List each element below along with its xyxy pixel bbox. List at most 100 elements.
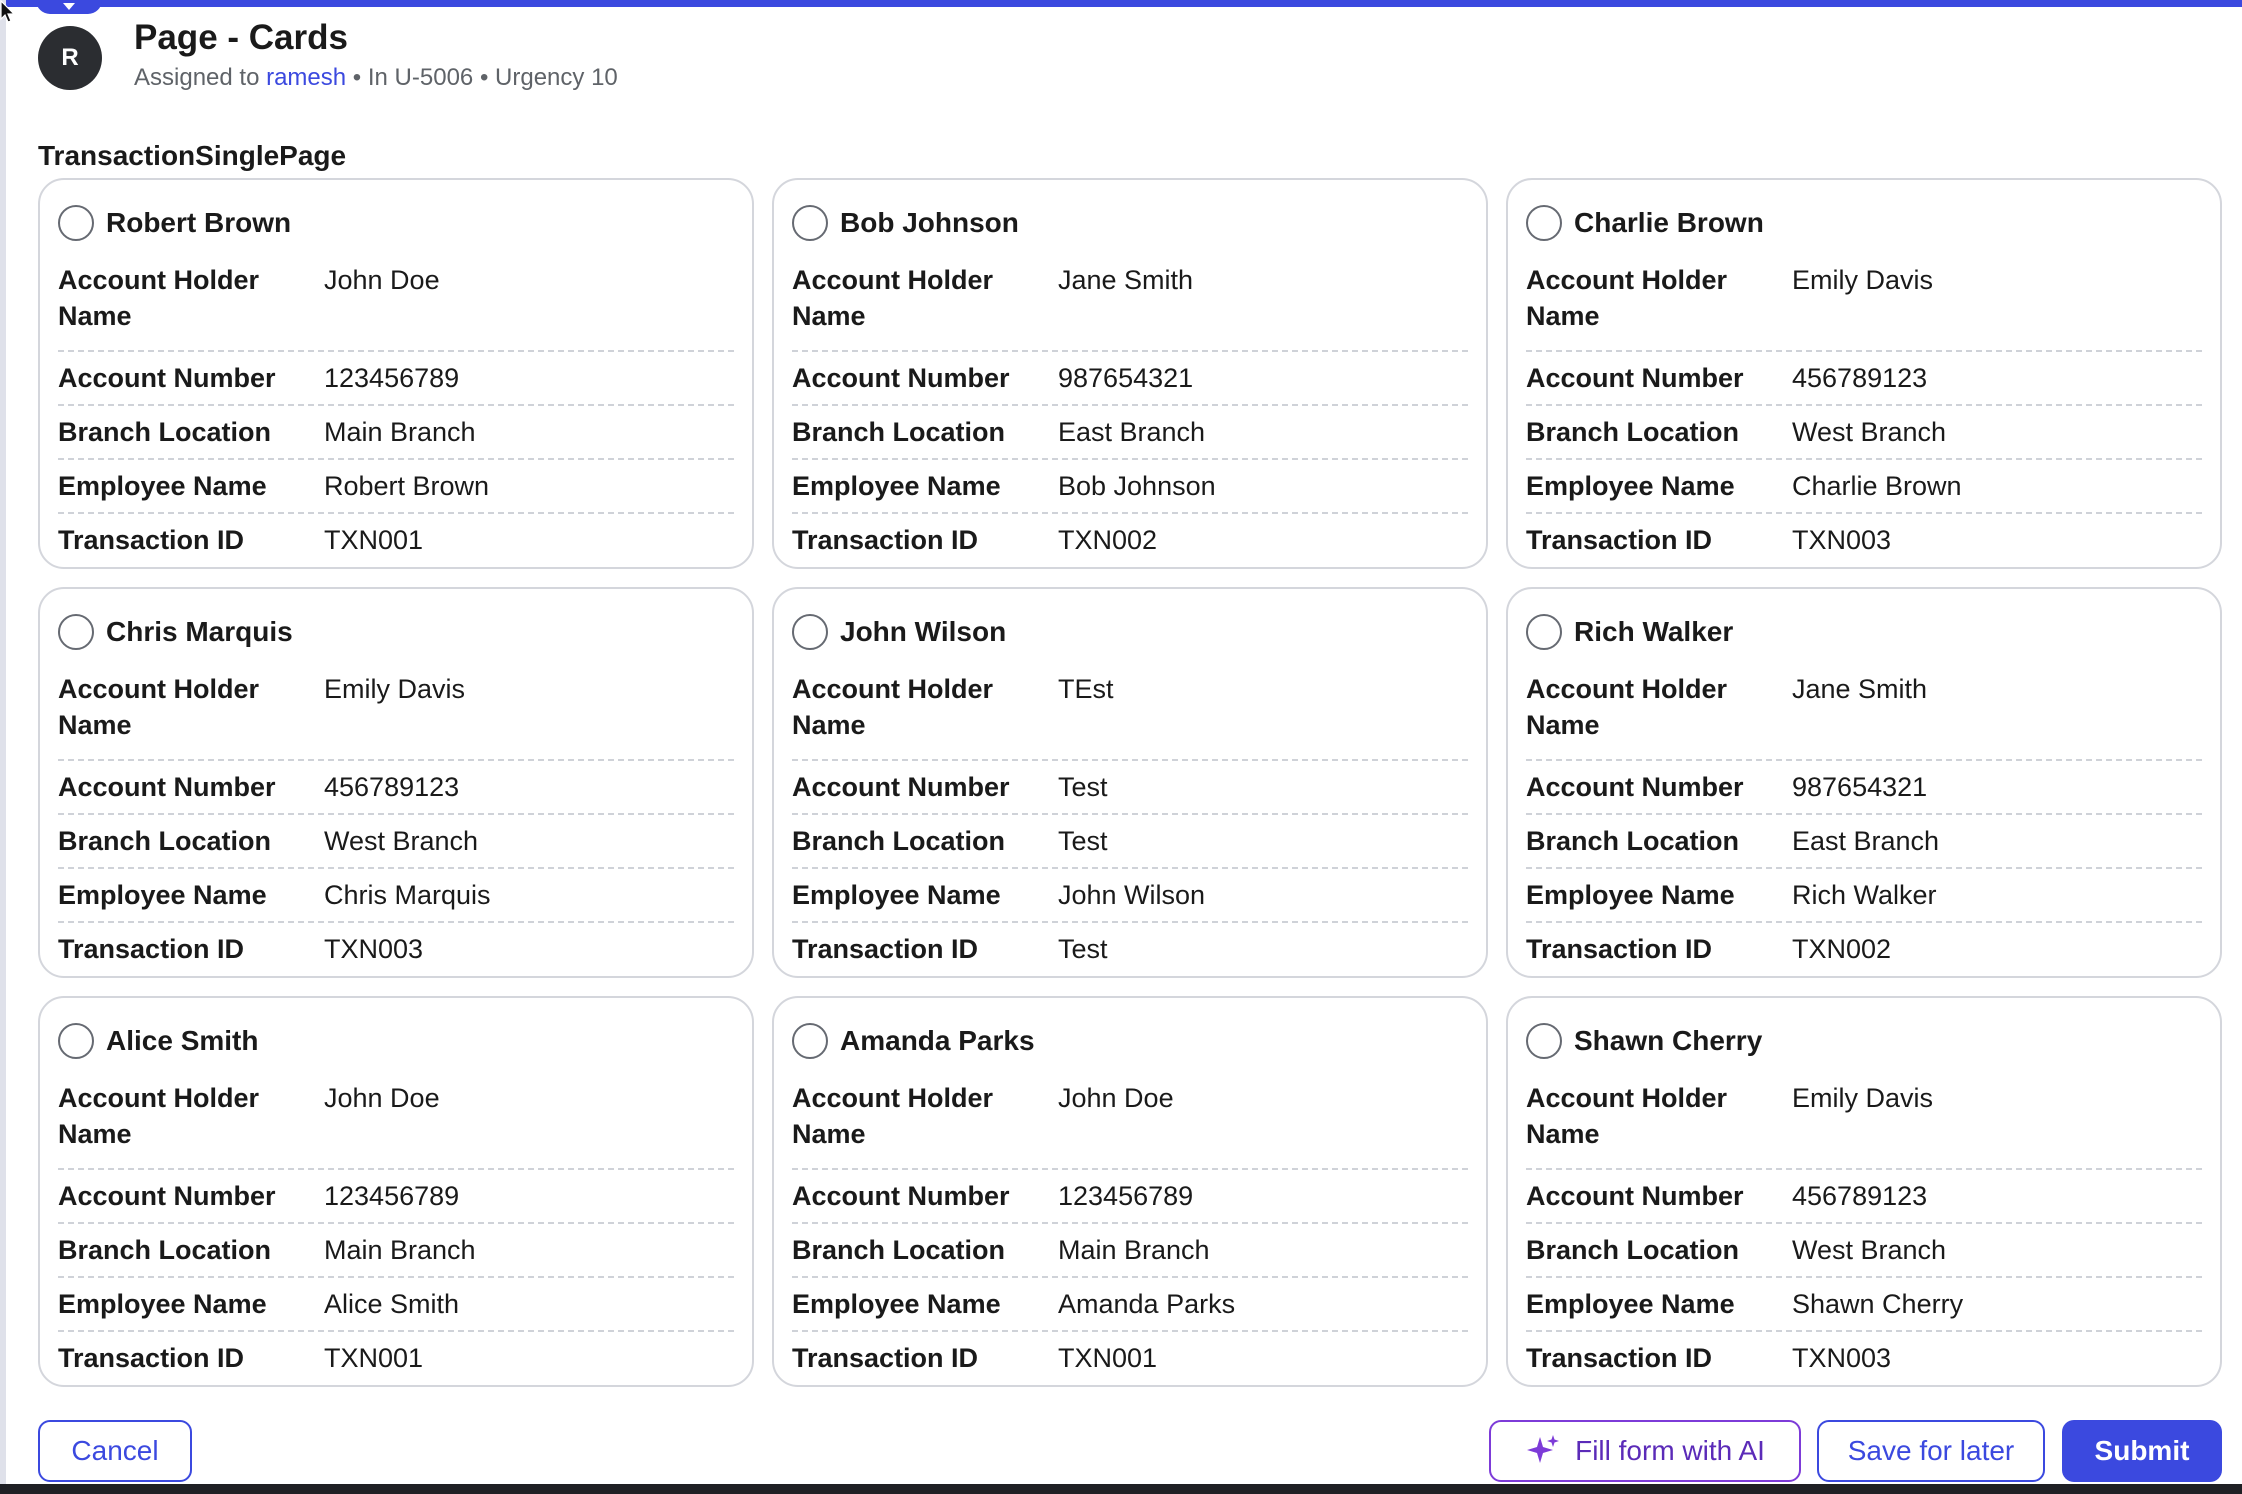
field-value: East Branch xyxy=(1792,826,1940,856)
field-row-account-holder: Account Holder Name John Doe xyxy=(792,1080,1468,1170)
field-label: Employee Name xyxy=(58,1289,267,1319)
selectable-card[interactable]: Shawn Cherry Account Holder Name Emily Da… xyxy=(1506,996,2222,1387)
field-value: Chris Marquis xyxy=(324,880,491,910)
page-title: Page - Cards xyxy=(134,18,348,57)
radio-unselected-icon[interactable] xyxy=(58,205,94,241)
radio-unselected-icon[interactable] xyxy=(792,614,828,650)
selectable-card[interactable]: Robert Brown Account Holder Name John Doe… xyxy=(38,178,754,569)
selectable-card[interactable]: Alice Smith Account Holder Name John Doe … xyxy=(38,996,754,1387)
field-value: TEst xyxy=(1058,674,1114,704)
field-label: Account Number xyxy=(1526,1181,1744,1211)
field-value: Emily Davis xyxy=(1792,1083,1934,1113)
field-row-account-number: Account Number Test xyxy=(792,761,1468,815)
field-row-transaction: Transaction ID TXN001 xyxy=(792,1332,1468,1384)
field-row-branch: Branch Location West Branch xyxy=(1526,1224,2202,1278)
field-value: Robert Brown xyxy=(324,471,490,501)
field-value: Main Branch xyxy=(324,1235,476,1265)
field-row-branch: Branch Location Main Branch xyxy=(58,1224,734,1278)
field-label: Account Number xyxy=(1526,772,1744,802)
card-title: Amanda Parks xyxy=(840,1025,1035,1056)
chevron-down-icon[interactable] xyxy=(62,2,76,12)
field-value: 456789123 xyxy=(1792,1181,1928,1211)
radio-unselected-icon[interactable] xyxy=(1526,614,1562,650)
field-label: Account Holder Name xyxy=(58,674,260,740)
field-value: TXN002 xyxy=(1058,525,1158,555)
field-value: Amanda Parks xyxy=(1058,1289,1236,1319)
sparkle-icon xyxy=(1527,1435,1560,1463)
field-value: TXN003 xyxy=(1792,525,1892,555)
radio-unselected-icon[interactable] xyxy=(792,1023,828,1059)
left-edge-bar xyxy=(0,0,6,1494)
field-value: West Branch xyxy=(1792,1235,1947,1265)
card-header: Chris Marquis xyxy=(58,589,734,671)
radio-unselected-icon[interactable] xyxy=(792,205,828,241)
field-row-employee: Employee Name Bob Johnson xyxy=(792,460,1468,514)
cancel-button[interactable]: Cancel xyxy=(38,1420,192,1482)
field-row-employee: Employee Name Chris Marquis xyxy=(58,869,734,923)
selectable-card[interactable]: Chris Marquis Account Holder Name Emily D… xyxy=(38,587,754,978)
field-value: Rich Walker xyxy=(1792,880,1937,910)
card-title: Robert Brown xyxy=(106,207,292,238)
field-label: Transaction ID xyxy=(1526,934,1713,964)
field-label: Transaction ID xyxy=(1526,525,1713,555)
field-label: Branch Location xyxy=(792,826,1006,856)
field-row-account-holder: Account Holder Name Emily Davis xyxy=(58,671,734,761)
bottom-dark-bar xyxy=(0,1484,2242,1494)
field-label: Branch Location xyxy=(1526,417,1740,447)
radio-unselected-icon[interactable] xyxy=(58,1023,94,1059)
card-title: Shawn Cherry xyxy=(1574,1025,1763,1056)
field-value: Test xyxy=(1058,772,1108,802)
radio-unselected-icon[interactable] xyxy=(1526,1023,1562,1059)
save-for-later-button[interactable]: Save for later xyxy=(1817,1420,2045,1482)
field-row-account-holder: Account Holder Name Emily Davis xyxy=(1526,262,2202,352)
assignee-link[interactable]: ramesh xyxy=(266,64,346,91)
field-label: Employee Name xyxy=(792,1289,1001,1319)
field-row-transaction: Transaction ID TXN003 xyxy=(58,923,734,975)
field-row-employee: Employee Name Robert Brown xyxy=(58,460,734,514)
field-value: Bob Johnson xyxy=(1058,471,1216,501)
field-label: Account Holder Name xyxy=(1526,674,1728,740)
field-label: Account Number xyxy=(792,363,1010,393)
selectable-card[interactable]: Amanda Parks Account Holder Name John Doe… xyxy=(772,996,1488,1387)
radio-unselected-icon[interactable] xyxy=(1526,205,1562,241)
field-label: Transaction ID xyxy=(792,1343,979,1373)
field-label: Account Holder Name xyxy=(1526,265,1728,331)
field-row-account-number: Account Number 456789123 xyxy=(58,761,734,815)
field-value: Main Branch xyxy=(324,417,476,447)
field-value: John Wilson xyxy=(1058,880,1206,910)
card-title: Alice Smith xyxy=(106,1025,259,1056)
field-row-account-number: Account Number 987654321 xyxy=(792,352,1468,406)
selectable-card[interactable]: John Wilson Account Holder Name TEst Acco… xyxy=(772,587,1488,978)
field-label: Account Holder Name xyxy=(792,674,994,740)
field-row-account-holder: Account Holder Name Jane Smith xyxy=(1526,671,2202,761)
mouse-pointer-icon xyxy=(0,0,16,23)
field-row-branch: Branch Location East Branch xyxy=(1526,815,2202,869)
urgency: Urgency 10 xyxy=(495,64,618,91)
field-label: Employee Name xyxy=(792,880,1001,910)
field-row-employee: Employee Name John Wilson xyxy=(792,869,1468,923)
field-value: John Doe xyxy=(324,265,440,295)
field-row-employee: Employee Name Shawn Cherry xyxy=(1526,1278,2202,1332)
field-label: Transaction ID xyxy=(58,934,245,964)
fill-form-with-ai-button[interactable]: Fill form with AI xyxy=(1489,1420,1801,1482)
section-label: TransactionSinglePage xyxy=(38,140,347,171)
field-value: 456789123 xyxy=(1792,363,1928,393)
assigned-prefix: Assigned to xyxy=(134,64,260,91)
field-row-account-holder: Account Holder Name John Doe xyxy=(58,262,734,352)
selectable-card[interactable]: Rich Walker Account Holder Name Jane Smit… xyxy=(1506,587,2222,978)
submit-button[interactable]: Submit xyxy=(2062,1420,2222,1482)
field-row-employee: Employee Name Amanda Parks xyxy=(792,1278,1468,1332)
field-label: Account Number xyxy=(58,1181,276,1211)
field-value: 456789123 xyxy=(324,772,460,802)
selectable-card[interactable]: Bob Johnson Account Holder Name Jane Smit… xyxy=(772,178,1488,569)
separator: • xyxy=(479,64,489,91)
selectable-card[interactable]: Charlie Brown Account Holder Name Emily D… xyxy=(1506,178,2222,569)
field-value: Jane Smith xyxy=(1058,265,1194,295)
field-value: John Doe xyxy=(324,1083,440,1113)
avatar: R xyxy=(38,26,102,90)
field-row-account-number: Account Number 987654321 xyxy=(1526,761,2202,815)
top-accent-bar xyxy=(0,0,2242,7)
radio-unselected-icon[interactable] xyxy=(58,614,94,650)
field-value: 123456789 xyxy=(324,363,460,393)
field-row-transaction: Transaction ID TXN001 xyxy=(58,1332,734,1384)
